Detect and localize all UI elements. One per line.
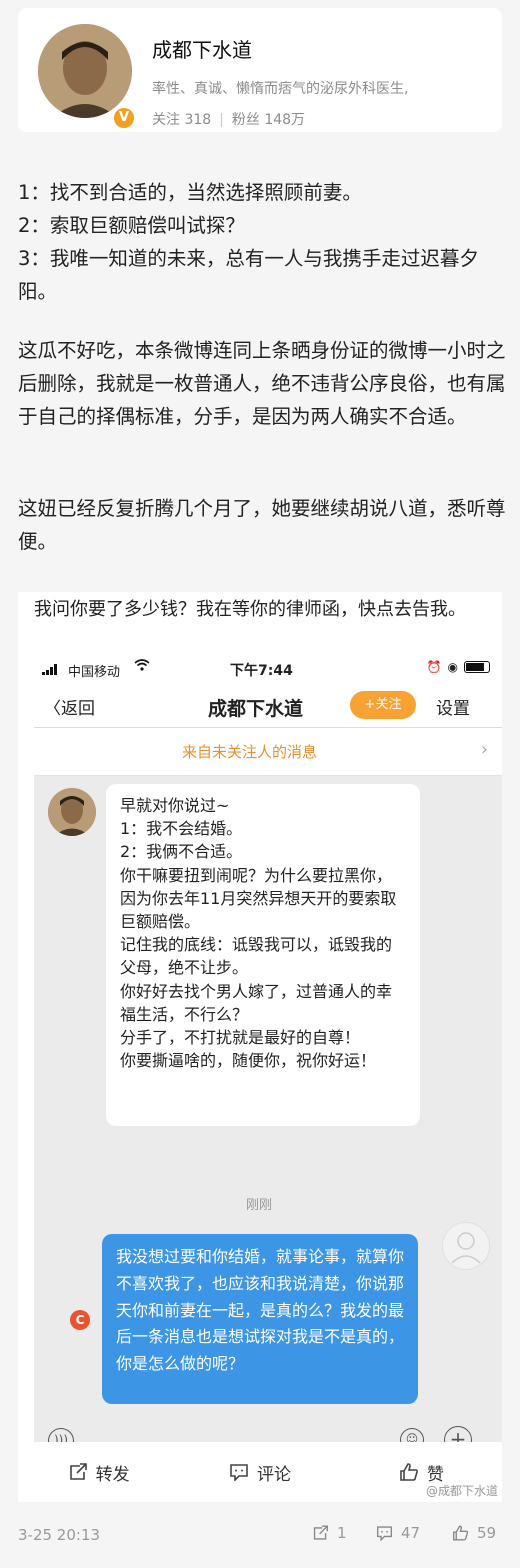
footer-like-button[interactable]: 59	[452, 1524, 496, 1542]
own-avatar[interactable]	[442, 1222, 490, 1270]
profile-bio: 率性、真诚、懒惰而痞气的泌尿外科医生,	[152, 81, 409, 97]
status-bar: 中国移动 下午7:44 ⏰ ◉	[34, 654, 502, 684]
post-paragraph-3: 这妞已经反复折腾几个月了，她要继续胡说八道，悉听尊便。	[18, 492, 506, 558]
comment-button[interactable]: 评论	[179, 1442, 340, 1502]
chat-nav-bar: 〈返回 成都下水道 +关注 设置	[34, 684, 502, 728]
chevron-left-icon: 〈	[44, 699, 61, 719]
repost-count: 1	[337, 1524, 347, 1542]
paragraph-text: 这妞已经反复折腾几个月了，她要继续胡说八道，悉听尊便。	[18, 497, 506, 553]
screenshot-caption: 我问你要了多少钱？我在等你的律师函，快点去告我。	[34, 599, 466, 620]
profile-card[interactable]: V 成都下水道 率性、真诚、懒惰而痞气的泌尿外科医生, 关注 318 | 粉丝 14…	[18, 8, 502, 132]
thumbs-up-icon	[400, 1463, 418, 1481]
like-label: 赞	[426, 1464, 444, 1485]
like-count: 59	[477, 1524, 497, 1542]
send-failed-icon[interactable]: C	[70, 1310, 90, 1330]
footer-comment-button[interactable]: 47	[376, 1524, 420, 1542]
status-icons: ⏰ ◉	[427, 660, 490, 674]
post-timestamp: 3-25 20:13	[18, 1526, 101, 1544]
phone-chat-screen: 中国移动 下午7:44 ⏰ ◉ 〈返回 成都下水道 +关注 设置 来自未关注人的…	[34, 654, 502, 1502]
paragraph-text: 这瓜不好吃，本条微博连同上条晒身份证的微博一小时之后删除，我就是一枚普通人，绝不…	[18, 339, 506, 428]
follow-button[interactable]: +关注	[350, 691, 416, 719]
back-label: 返回	[61, 699, 95, 719]
back-button[interactable]: 〈返回	[44, 694, 95, 719]
comment-label: 评论	[256, 1464, 291, 1485]
outgoing-message-bubble[interactable]: 我没想过要和你结婚，就事论事，就算你不喜欢我了，也应该和我说清楚，你说那天你和前…	[102, 1234, 418, 1404]
profile-stats: 关注 318 | 粉丝 148万	[152, 109, 305, 129]
stats-divider: |	[219, 112, 224, 128]
time-divider: 刚刚	[246, 1198, 273, 1213]
notice-text: 来自未关注人的消息	[182, 743, 318, 761]
follow-count[interactable]: 关注 318	[152, 112, 211, 128]
sender-avatar[interactable]	[48, 788, 96, 836]
status-time: 下午7:44	[230, 663, 293, 679]
post-footer: 3-25 20:13 1 47 59	[0, 1520, 520, 1552]
repost-icon	[313, 1525, 328, 1540]
stranger-message-notice[interactable]: 来自未关注人的消息 ›	[34, 728, 502, 776]
repost-icon	[69, 1463, 87, 1480]
comment-count: 47	[401, 1524, 421, 1542]
profile-name[interactable]: 成都下水道	[152, 34, 252, 63]
post-paragraph-1: 1：找不到合适的，当然选择照顾前妻。 2：索取巨额赔偿叫试探？ 3：我唯一知道的…	[18, 176, 506, 308]
signal-icon	[42, 663, 57, 675]
thumbs-up-icon	[453, 1525, 469, 1541]
paragraph-text: 1：找不到合适的，当然选择照顾前妻。 2：索取巨额赔偿叫试探？ 3：我唯一知道的…	[18, 181, 479, 303]
weibo-watermark: @成都下水道	[426, 1484, 499, 1498]
battery-icon	[464, 661, 490, 673]
wifi-icon	[134, 659, 150, 675]
incoming-message-text: 早就对你说过~ 1：我不会结婚。 2：我俩不合适。 你干嘛要扭到闹呢？为什么要拉…	[120, 796, 397, 1071]
footer-repost-button[interactable]: 1	[312, 1524, 347, 1542]
lock-rotation-icon: ◉	[447, 660, 458, 674]
alarm-icon: ⏰	[426, 660, 442, 674]
repost-label: 转发	[95, 1464, 130, 1485]
incoming-message-bubble[interactable]: 早就对你说过~ 1：我不会结婚。 2：我俩不合适。 你干嘛要扭到闹呢？为什么要拉…	[106, 784, 420, 1126]
comment-icon	[377, 1526, 392, 1541]
post-paragraph-2: 这瓜不好吃，本条微博连同上条晒身份证的微博一小时之后删除，我就是一枚普通人，绝不…	[18, 334, 506, 433]
outgoing-message-text: 我没想过要和你结婚，就事论事，就算你不喜欢我了，也应该和我说清楚，你说那天你和前…	[116, 1247, 405, 1374]
chevron-right-icon: ›	[480, 739, 488, 760]
embedded-screenshot[interactable]: 我问你要了多少钱？我在等你的律师函，快点去告我。 中国移动 下午7:44 ⏰ ◉…	[18, 592, 502, 1502]
comment-icon	[230, 1464, 248, 1481]
fans-count[interactable]: 粉丝 148万	[232, 112, 305, 128]
carrier-name: 中国移动	[68, 665, 121, 680]
repost-button[interactable]: 转发	[18, 1442, 179, 1502]
settings-button[interactable]: 设置	[436, 694, 470, 719]
chat-title: 成都下水道	[208, 698, 304, 720]
profile-avatar[interactable]	[38, 24, 132, 118]
verified-badge-icon: V	[112, 106, 136, 130]
